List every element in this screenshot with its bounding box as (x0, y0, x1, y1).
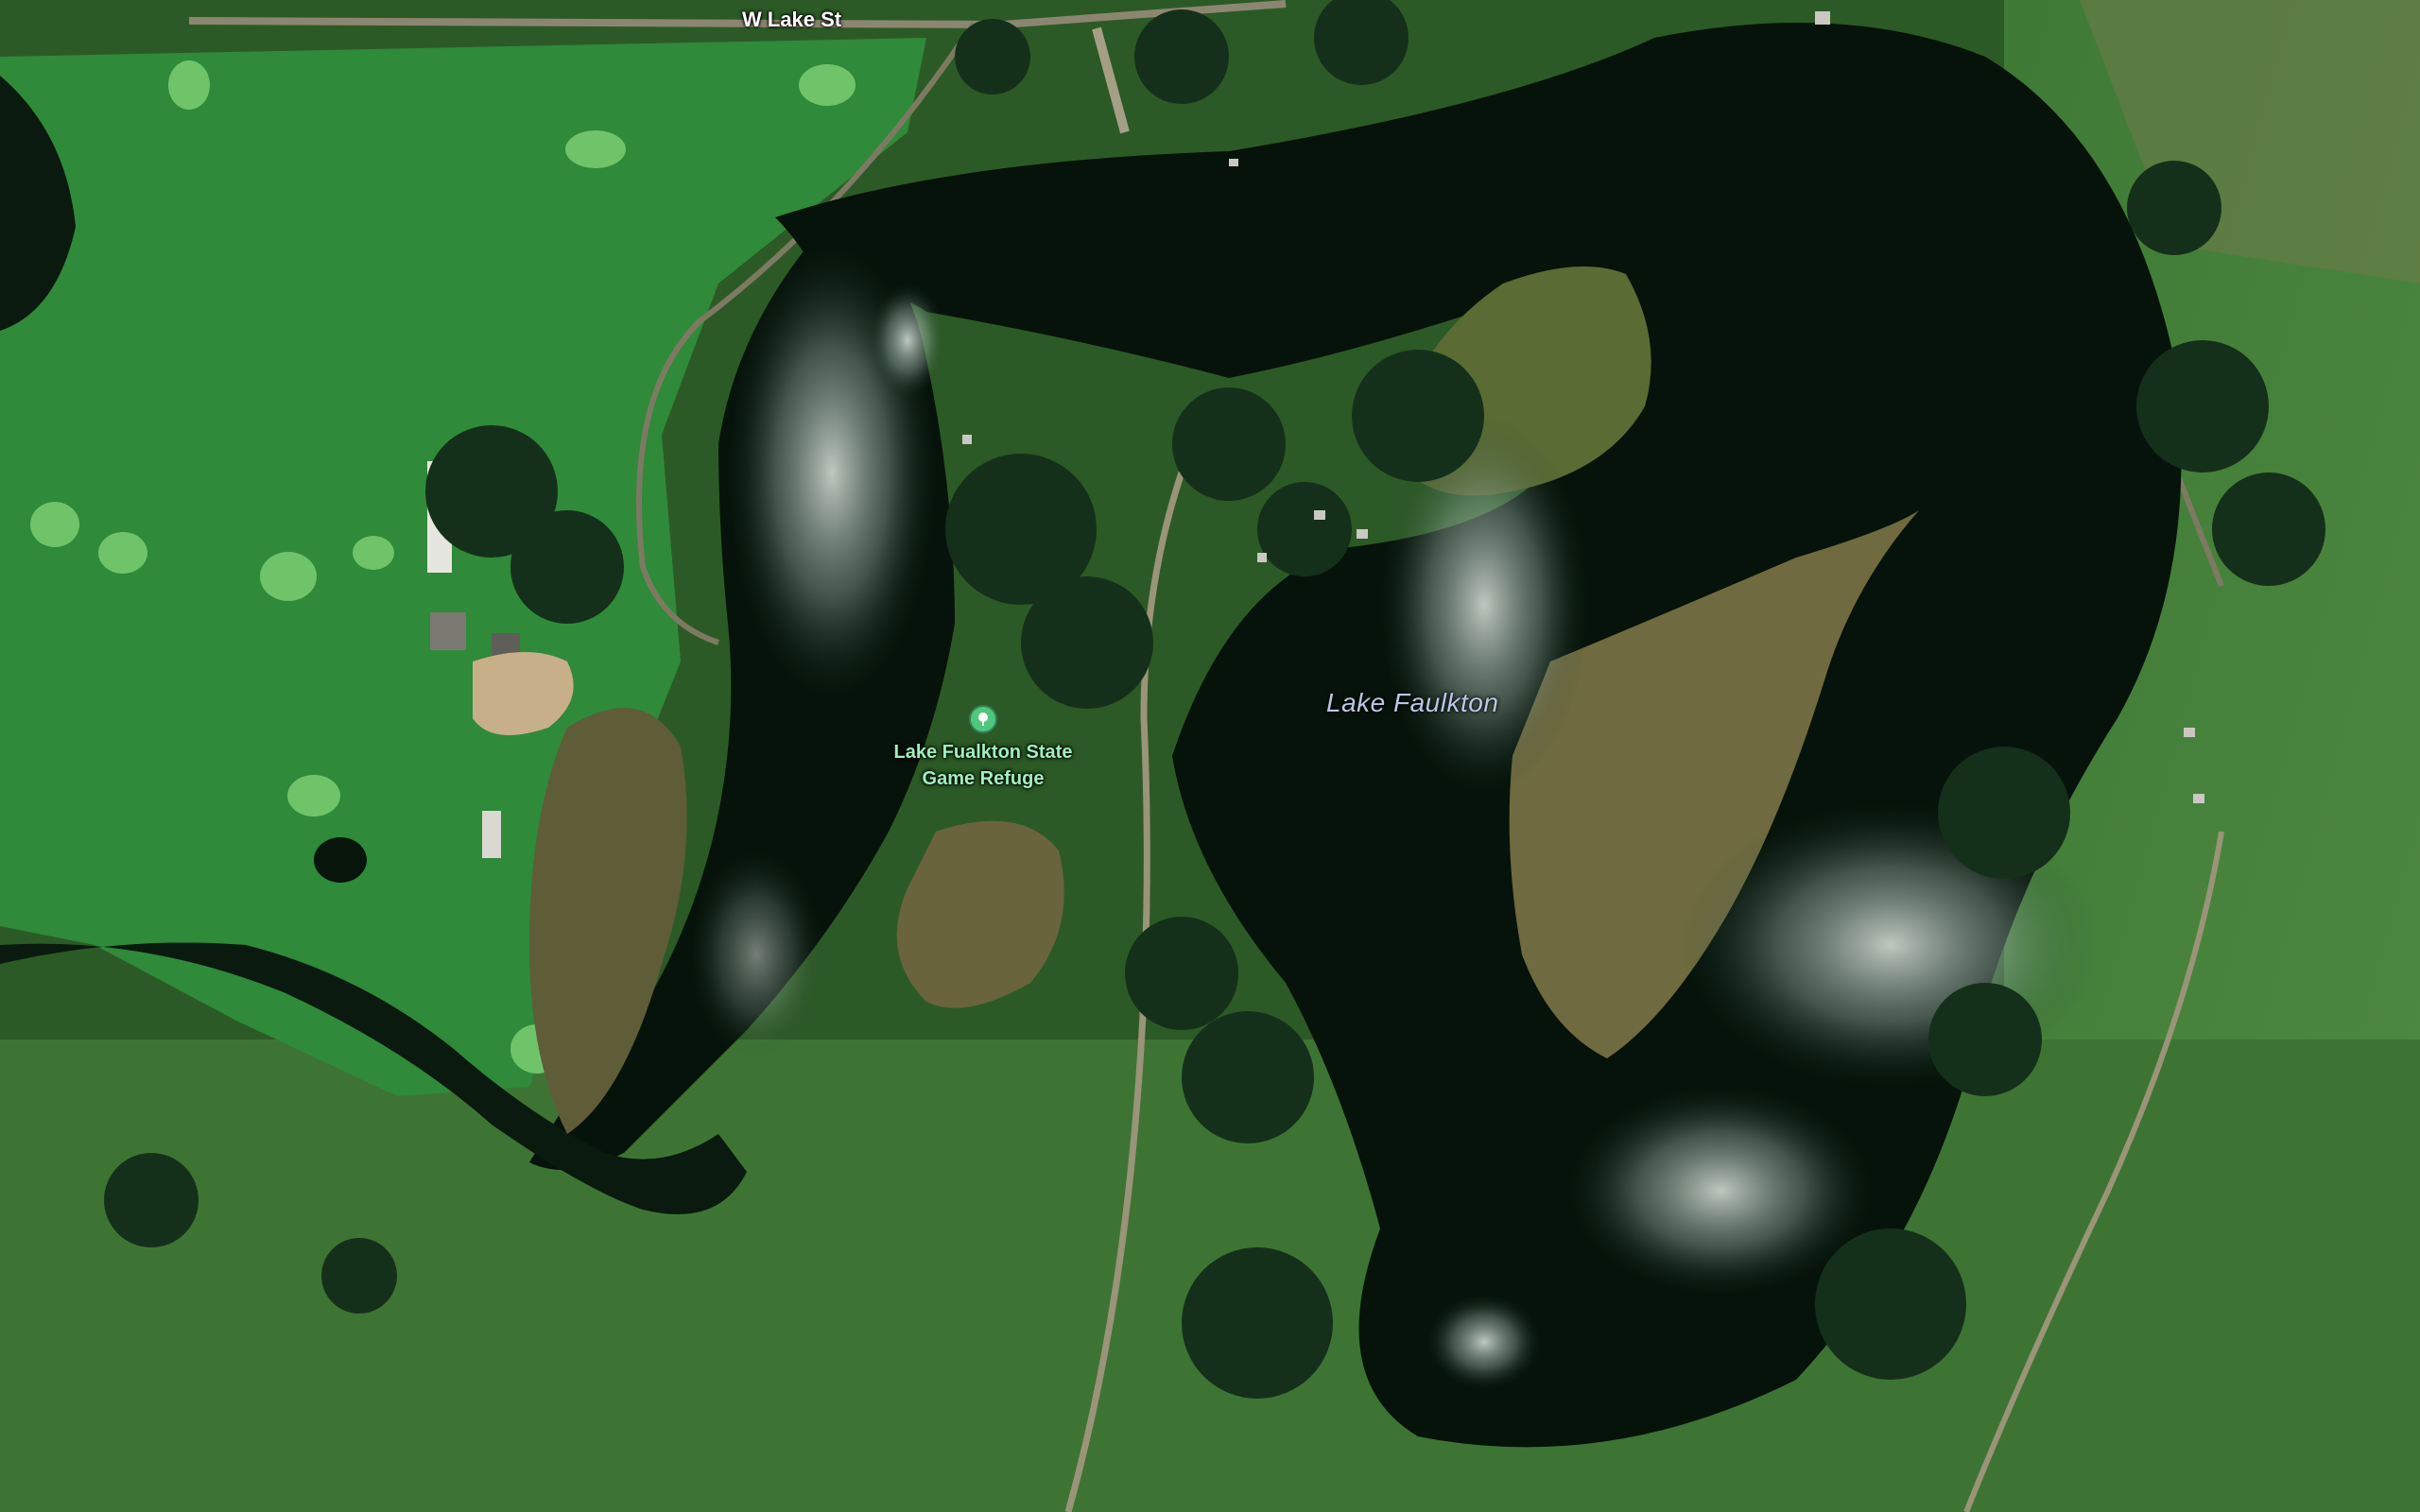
pond (314, 837, 367, 883)
poi-name-line2[interactable]: Game Refuge (870, 765, 1097, 792)
poi-name-line1[interactable]: Lake Fualkton State (870, 739, 1097, 765)
golf-green (287, 775, 340, 816)
tree-icon[interactable] (969, 705, 997, 733)
water-glare (870, 284, 945, 397)
golf-green (353, 536, 394, 570)
lake-label-lake-faulkton: Lake Faulkton (1326, 688, 1499, 717)
clubhouse (430, 612, 466, 650)
building (482, 811, 501, 858)
golf-green (30, 502, 79, 547)
poi-lake-fualkton-game-refuge[interactable]: Lake Fualkton State Game Refuge (870, 705, 1097, 792)
golf-green (98, 532, 147, 574)
road-label-w-lake-st[interactable]: W Lake St (742, 8, 841, 32)
satellite-map[interactable]: W Lake St Lake Fualkton State Game Refug… (0, 0, 2420, 1512)
tree-glyph (978, 713, 988, 726)
golf-green (565, 130, 626, 168)
water-glare (690, 850, 822, 1058)
map-imagery[interactable] (0, 0, 2420, 1512)
water-glare (1427, 1295, 1541, 1389)
golf-green (260, 552, 317, 601)
golf-green (168, 60, 210, 110)
golf-green (799, 64, 856, 106)
water-glare (1569, 1087, 1872, 1295)
